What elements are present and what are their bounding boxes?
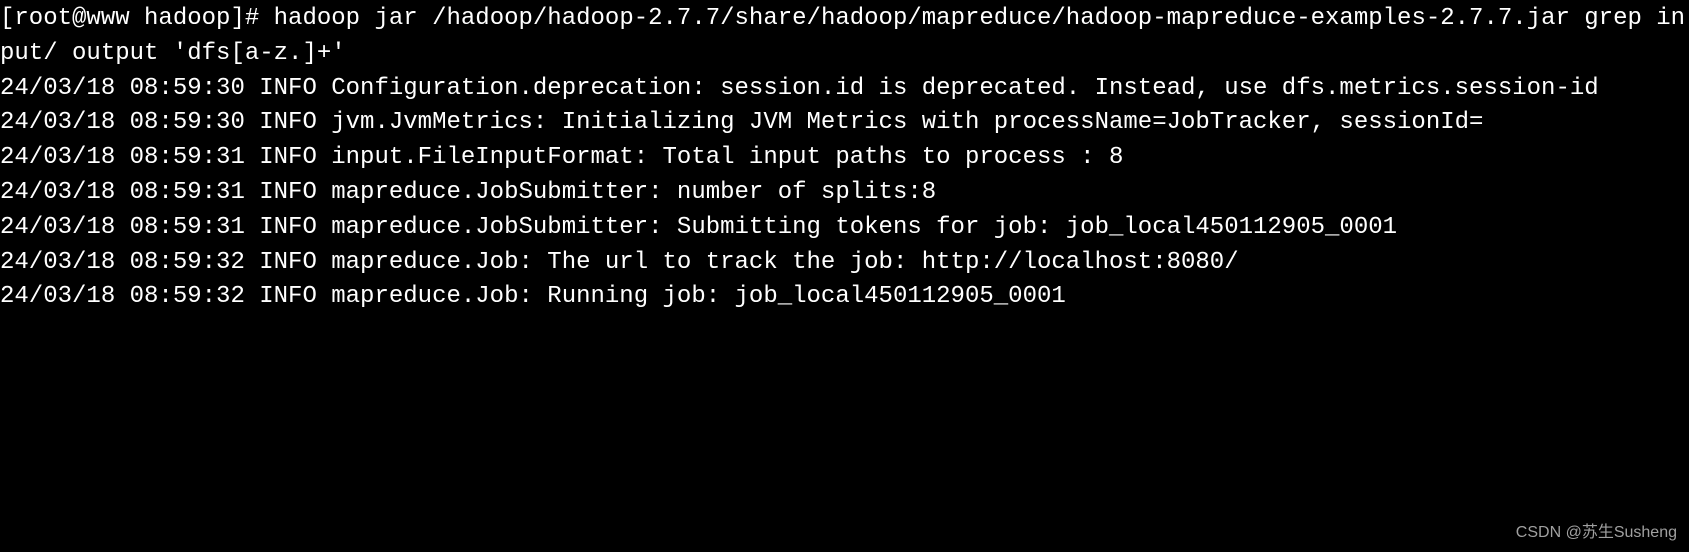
- watermark-text: CSDN @苏生Susheng: [1516, 521, 1677, 544]
- log-line: 24/03/18 08:59:31 INFO mapreduce.JobSubm…: [0, 214, 1397, 241]
- log-line: 24/03/18 08:59:30 INFO jvm.JvmMetrics: I…: [0, 109, 1483, 136]
- shell-prompt: [root@www hadoop]#: [0, 5, 274, 32]
- log-line: 24/03/18 08:59:32 INFO mapreduce.Job: Th…: [0, 249, 1239, 276]
- log-line: 24/03/18 08:59:31 INFO mapreduce.JobSubm…: [0, 179, 936, 206]
- log-line: 24/03/18 08:59:31 INFO input.FileInputFo…: [0, 144, 1123, 171]
- log-line: 24/03/18 08:59:32 INFO mapreduce.Job: Ru…: [0, 283, 1066, 310]
- terminal-output: [root@www hadoop]# hadoop jar /hadoop/ha…: [0, 0, 1689, 315]
- log-line: 24/03/18 08:59:30 INFO Configuration.dep…: [0, 75, 1599, 102]
